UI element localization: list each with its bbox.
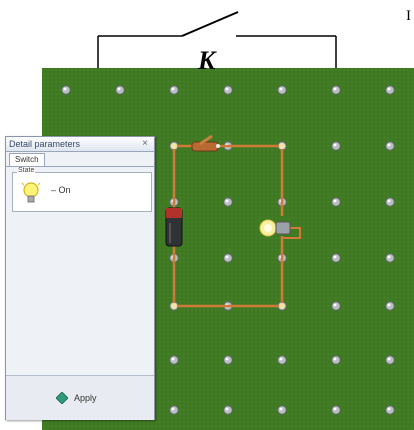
board-pin-highlight bbox=[387, 87, 391, 91]
board-pin-highlight bbox=[387, 199, 391, 203]
battery-component[interactable] bbox=[165, 207, 183, 247]
board-pin[interactable] bbox=[223, 355, 233, 365]
corner-letter: I bbox=[406, 8, 411, 24]
board-pin[interactable] bbox=[385, 405, 395, 415]
close-icon[interactable]: × bbox=[142, 137, 148, 151]
board-pin[interactable] bbox=[223, 197, 233, 207]
board-pin[interactable] bbox=[169, 405, 179, 415]
board-pin-highlight bbox=[387, 407, 391, 411]
board-pin-highlight bbox=[387, 143, 391, 147]
board-pin[interactable] bbox=[331, 355, 341, 365]
tab-switch[interactable]: Switch bbox=[9, 153, 45, 166]
board-pin[interactable] bbox=[331, 197, 341, 207]
board-pin[interactable] bbox=[385, 85, 395, 95]
switch-component[interactable] bbox=[191, 134, 220, 152]
board-pin-highlight bbox=[333, 143, 337, 147]
board-pin-highlight bbox=[333, 357, 337, 361]
board-pin-highlight bbox=[279, 407, 283, 411]
board-pin[interactable] bbox=[331, 301, 341, 311]
board-pin-highlight bbox=[225, 357, 229, 361]
board-pin-highlight bbox=[63, 87, 67, 91]
board-pin[interactable] bbox=[169, 85, 179, 95]
board-pin-highlight bbox=[225, 407, 229, 411]
board-pin-highlight bbox=[333, 199, 337, 203]
board-pin[interactable] bbox=[61, 85, 71, 95]
apply-area: Apply bbox=[6, 375, 154, 420]
board-pin[interactable] bbox=[331, 405, 341, 415]
board-pin-highlight bbox=[387, 255, 391, 259]
apply-button[interactable]: Apply bbox=[46, 388, 122, 408]
diagram-switch-lever bbox=[181, 11, 239, 37]
state-value[interactable]: – On bbox=[51, 185, 71, 195]
board-pin-highlight bbox=[387, 357, 391, 361]
detail-parameters-panel[interactable]: Detail parameters × Switch State – On Ap… bbox=[5, 136, 155, 420]
board-pin[interactable] bbox=[385, 301, 395, 311]
board-pin-highlight bbox=[279, 357, 283, 361]
board-pin[interactable] bbox=[277, 85, 287, 95]
board-pin-highlight bbox=[279, 87, 283, 91]
board-pin-highlight bbox=[171, 407, 175, 411]
board-pin-highlight bbox=[333, 303, 337, 307]
board-pin[interactable] bbox=[223, 405, 233, 415]
board-pin-highlight bbox=[333, 255, 337, 259]
board-pin[interactable] bbox=[169, 355, 179, 365]
board-pin[interactable] bbox=[331, 85, 341, 95]
board-pin[interactable] bbox=[385, 197, 395, 207]
state-value-text: On bbox=[58, 185, 71, 195]
board-pin-highlight bbox=[225, 199, 229, 203]
state-group: State – On bbox=[12, 167, 152, 212]
panel-title: Detail parameters bbox=[9, 139, 81, 149]
state-legend: State bbox=[17, 167, 36, 174]
board-pin-highlight bbox=[333, 407, 337, 411]
switch-k-label: K bbox=[198, 46, 216, 75]
board-pin-highlight bbox=[117, 87, 121, 91]
panel-title-bar[interactable]: Detail parameters × bbox=[6, 137, 154, 152]
state-dash: – bbox=[51, 185, 57, 195]
bulb-component[interactable] bbox=[259, 219, 291, 237]
board-pin[interactable] bbox=[223, 253, 233, 263]
lightbulb-icon bbox=[21, 182, 41, 203]
apply-label: Apply bbox=[74, 393, 97, 403]
board-pin-highlight bbox=[387, 303, 391, 307]
panel-tabs: Switch bbox=[6, 152, 154, 167]
apply-diamond-icon bbox=[56, 392, 68, 404]
board-pin[interactable] bbox=[277, 355, 287, 365]
board-pin[interactable] bbox=[385, 253, 395, 263]
board-pin-highlight bbox=[333, 87, 337, 91]
board-pin[interactable] bbox=[385, 141, 395, 151]
board-pin[interactable] bbox=[223, 85, 233, 95]
board-pin[interactable] bbox=[277, 405, 287, 415]
board-pin[interactable] bbox=[385, 355, 395, 365]
board-pin-highlight bbox=[225, 255, 229, 259]
board-pin-highlight bbox=[171, 357, 175, 361]
board-pin-highlight bbox=[225, 87, 229, 91]
board-pin-highlight bbox=[171, 87, 175, 91]
board-pin[interactable] bbox=[331, 253, 341, 263]
board-pin[interactable] bbox=[115, 85, 125, 95]
board-pin[interactable] bbox=[331, 141, 341, 151]
